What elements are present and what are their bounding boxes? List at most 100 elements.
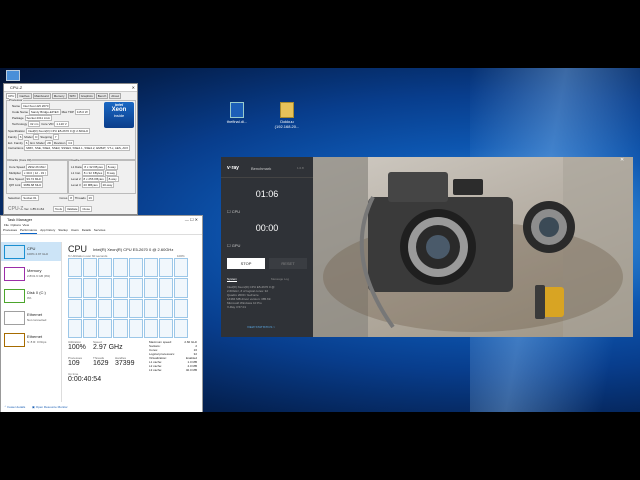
tm-titlebar[interactable]: Task Manager — ☐ ✕ [1, 216, 202, 223]
tab-users[interactable]: Users [71, 228, 79, 234]
close-icon[interactable]: ✕ [620, 157, 624, 163]
camera-render-image [313, 157, 633, 337]
close-button[interactable]: Close [80, 206, 92, 212]
core-graph [158, 298, 173, 318]
sidebar-item-label: Ethernet [27, 312, 43, 317]
field-label: Core VID [41, 122, 54, 126]
tab-processes[interactable]: Processes [3, 228, 17, 234]
tab-spd[interactable]: SPD [67, 93, 78, 99]
core-graph [83, 298, 98, 318]
cpu-toggle[interactable]: ☐ CPU [227, 209, 240, 214]
tab-message-log[interactable]: Message Log [271, 277, 289, 281]
field-value: 32 nm [28, 121, 41, 127]
system-info: Intel(R) Xeon(R) CPU E5-2670 0 @ 2.60GHz… [227, 285, 309, 309]
clock-row: Core Speed 2992.26 MHz [9, 164, 48, 170]
core-graph [83, 318, 98, 338]
core-graph [98, 318, 113, 338]
field-label: Level 2 [71, 177, 81, 181]
field-label: L1 Inst. [71, 171, 81, 175]
menu-options[interactable]: Options [11, 223, 21, 227]
corner-widget[interactable] [6, 70, 20, 81]
menu-file[interactable]: File [4, 223, 9, 227]
tm-tabs: Processes Performance App history Startu… [1, 228, 202, 235]
sidebar-item-disk[interactable]: Disk 0 (C:) 0% [1, 286, 61, 305]
core-graph [143, 318, 158, 338]
sidebar-item-sub: Not connected [27, 318, 47, 322]
field-label: Bus Speed [9, 177, 24, 181]
core-graph [98, 278, 113, 298]
field-label: QPI Link [9, 183, 21, 187]
core-graph [128, 298, 143, 318]
tab-graphics[interactable]: Graphics [78, 93, 95, 99]
tab-memory[interactable]: Memory [51, 93, 67, 99]
validate-button[interactable]: Validate [64, 206, 80, 212]
tab-services[interactable]: Services [94, 228, 106, 234]
tab-startup[interactable]: Startup [58, 228, 68, 234]
field-value: 6 [17, 134, 24, 140]
core-graph [173, 318, 188, 338]
window-controls[interactable]: — ☐ ✕ [185, 216, 198, 223]
cache-row: Level 2 8 x 256 KBytes 8-way [71, 176, 119, 182]
fewer-details-link[interactable]: Fewer details [7, 405, 25, 409]
stop-button[interactable]: STOP [227, 258, 265, 269]
divider [221, 177, 313, 178]
cpu-performance-panel: CPU Intel(R) Xeon(R) CPU E5-2670 0 @ 2.6… [65, 242, 199, 402]
desktop-icon-file[interactable]: thefinal.di... [222, 102, 252, 124]
tools-button[interactable]: Tools [52, 206, 64, 212]
tab-performance[interactable]: Performance [20, 228, 38, 234]
cpuz-logo: CPU-Z [8, 206, 24, 212]
detail-value: 40.0 MB [185, 368, 197, 372]
uptime-stat: Up time 0:00:40:54 [68, 372, 101, 383]
tab-mainboard[interactable]: Mainboard [32, 93, 51, 99]
sidebar-item-memory[interactable]: Memory 2.8/31.9 GB (9%) [1, 264, 61, 283]
core-graph [113, 258, 128, 278]
tab-about[interactable]: About [109, 93, 122, 99]
sidebar-item-label: Memory [27, 268, 42, 273]
selection-row: Selection Socket #1 Cores 8 Threads 16 [8, 195, 94, 201]
field-label: Package [12, 116, 24, 120]
tab-system[interactable]: System [227, 277, 238, 282]
gpu-toggle[interactable]: ☐ GPU [227, 243, 240, 248]
sidebar-item-cpu[interactable]: CPU 100% 2.97 GHz [1, 242, 61, 261]
cpuz-titlebar[interactable]: CPU-Z ✕ [4, 84, 137, 92]
gpu-timer: 00:00 [255, 223, 279, 233]
core-graph [173, 258, 188, 278]
socket-select[interactable]: Socket #1 [21, 195, 39, 201]
speed-stat: Speed 2.97 GHz [93, 340, 123, 351]
disk-thumbnail [4, 289, 25, 303]
view-statistics-link[interactable]: VIEW STATISTICS > [247, 325, 275, 329]
stat-value: 37399 [115, 360, 135, 367]
field-label: Ext. Family [8, 141, 23, 145]
cpu-thumbnail [4, 245, 25, 259]
instructions-row: Instructions MMX, SSE, SSE2, SSE3, SSSE3… [8, 145, 132, 151]
checkbox-icon: ☐ [227, 243, 231, 248]
desktop-icon-folder[interactable]: Dokkuu (192.168.20... [272, 102, 302, 129]
sidebar-item-label: CPU [27, 246, 36, 251]
core-graph [143, 298, 158, 318]
tab-app-history[interactable]: App history [40, 228, 55, 234]
field-value: 115.0 W [74, 109, 90, 115]
core-graph [68, 258, 83, 278]
specification-row: Specification Intel(R) Xeon(R) CPU E5-26… [8, 128, 91, 134]
sidebar-item-ethernet-1[interactable]: Ethernet Not connected [1, 308, 61, 327]
cache-group: Cache L1 Data 8 x 32 KBytes 8-way L1 Ins… [68, 158, 136, 194]
field-value: MMX, SSE, SSE2, SSE3, SSSE3, SSE4.1, SSE… [24, 145, 131, 151]
menu-view[interactable]: View [23, 223, 29, 227]
intel-logo-text: inside [113, 113, 125, 118]
field-value: 20-way [100, 182, 115, 188]
vray-side-panel: v·ray Benchmark 1.0.8 01:06 ☐ CPU 00:00 … [221, 157, 313, 337]
reset-button[interactable]: RESET [269, 258, 307, 269]
window-title: CPU-Z [10, 85, 23, 90]
sidebar-item-sub: S: 8 R: 0 Kbps [27, 340, 47, 344]
close-icon[interactable]: ✕ [132, 84, 135, 91]
cpuz-footer: CPU-Z Ver. 1.85.0.x64 Tools Validate Clo… [8, 206, 92, 212]
tab-bench[interactable]: Bench [95, 93, 109, 99]
tab-details[interactable]: Details [82, 228, 91, 234]
cache-row: L1 Data 8 x 32 KBytes 8-way [71, 164, 118, 170]
open-resource-monitor-link[interactable]: Open Resource Monitor [36, 405, 68, 409]
toggle-label: CPU [231, 209, 241, 214]
sidebar-item-ethernet-2[interactable]: Ethernet S: 8 R: 0 Kbps [1, 330, 61, 349]
field-label: Specification [8, 129, 26, 133]
vray-logo: v·ray [227, 165, 239, 171]
sidebar-item-sub: 100% 2.97 GHz [27, 252, 49, 256]
